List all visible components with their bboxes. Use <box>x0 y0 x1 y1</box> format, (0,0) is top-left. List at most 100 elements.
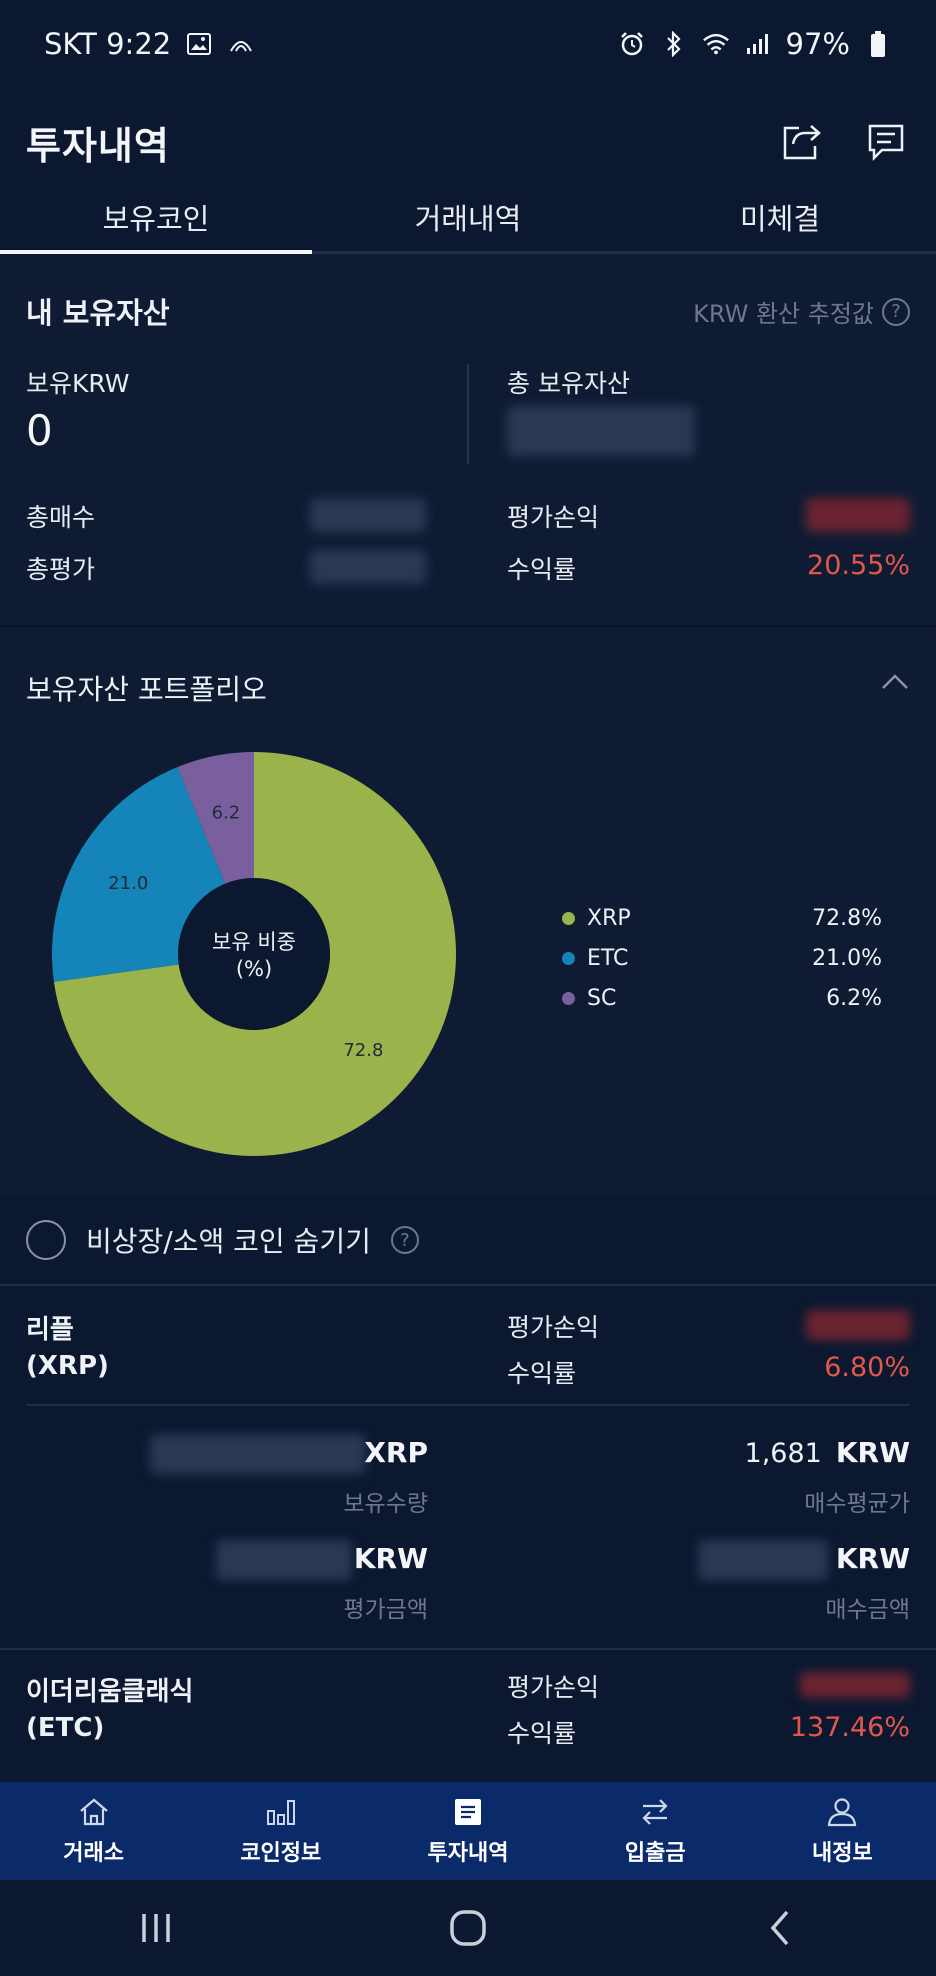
share-icon <box>783 125 821 160</box>
held-krw-label: 보유KRW <box>26 369 130 398</box>
document-icon <box>451 1795 485 1829</box>
coin-name: 리플 (XRP) <box>26 1312 109 1384</box>
legend-item-etc: ETC 21.0% <box>562 938 882 978</box>
coin-name-korean: 리플 <box>26 1315 74 1345</box>
avg-price-value: 1,681 <box>744 1438 822 1469</box>
chevron-up-icon <box>882 674 908 689</box>
home-circle-icon <box>450 1910 486 1946</box>
system-nav-bar <box>0 1880 936 1976</box>
my-assets-section: 내 보유자산 KRW 환산 추정값 ? 보유KRW 0 총 보유자산 총매수 총… <box>0 254 936 627</box>
tab-bar: 보유코인 거래내역 미체결 <box>0 196 936 254</box>
home-icon <box>77 1795 111 1829</box>
buy-amount-label: 매수금액 <box>825 1597 910 1623</box>
coin-name-korean: 이더리움클래식 <box>26 1677 194 1707</box>
back-icon <box>770 1910 789 1946</box>
page-title: 투자내역 <box>26 123 170 168</box>
nav-label: 내정보 <box>812 1841 873 1866</box>
legend-dot <box>562 991 575 1005</box>
avg-price-label: 매수평균가 <box>804 1491 910 1517</box>
home-button[interactable] <box>438 1898 498 1958</box>
donut-hole <box>178 878 330 1030</box>
hide-small-coins-label: 비상장/소액 코인 숨기기 <box>86 1225 371 1258</box>
nav-label: 입출금 <box>624 1841 686 1866</box>
return-label: 수익률 <box>507 1359 577 1388</box>
share-button[interactable] <box>778 118 826 166</box>
coin-card-xrp[interactable]: 리플 (XRP) 평가손익 수익률 6.80% XRP 보유수량 1,681 K… <box>0 1288 936 1648</box>
total-buy-value-hidden <box>310 498 426 532</box>
avg-price-unit: KRW <box>835 1436 910 1469</box>
coin-name: 이더리움클래식 (ETC) <box>26 1674 193 1746</box>
hide-small-coins-radio[interactable] <box>26 1220 66 1260</box>
eval-amount-value-hidden <box>216 1540 352 1580</box>
eval-pl-label: 평가손익 <box>507 503 600 532</box>
wifi-icon <box>702 30 730 58</box>
legend-name: XRP <box>587 905 631 931</box>
krw-estimate-note[interactable]: KRW 환산 추정값 ? <box>693 294 910 329</box>
legend-value: 72.8% <box>812 905 882 931</box>
legend-name: ETC <box>587 945 629 971</box>
status-bar: SKT 9:22 97% <box>0 0 936 88</box>
bottom-nav: 거래소 코인정보 투자내역 입출금 내정보 <box>0 1782 936 1880</box>
krw-note-label: KRW 환산 추정값 <box>693 300 874 328</box>
return-value: 6.80% <box>824 1352 910 1383</box>
nav-coin-info[interactable]: 코인정보 <box>187 1782 374 1880</box>
nav-investment-history[interactable]: 투자내역 <box>374 1782 561 1880</box>
coin-card-etc[interactable]: 이더리움클래식 (ETC) 평가손익 수익률 137.46% <box>0 1650 936 1782</box>
help-icon[interactable]: ? <box>390 1226 419 1254</box>
donut-center-label-1: 보유 비중 <box>212 930 296 954</box>
chat-icon <box>868 124 904 162</box>
hide-small-coins-row[interactable]: 비상장/소액 코인 숨기기 ? <box>0 1196 936 1286</box>
alarm-icon <box>618 30 646 58</box>
battery-percent: 97% <box>785 27 850 61</box>
held-krw-value: 0 <box>26 406 53 455</box>
legend-value: 6.2% <box>826 985 882 1011</box>
coin-symbol: (ETC) <box>26 1713 105 1743</box>
divider <box>467 364 469 464</box>
nav-label: 투자내역 <box>427 1841 509 1866</box>
bar-chart-icon <box>264 1795 298 1829</box>
quantity-unit: XRP <box>364 1436 428 1469</box>
nav-label: 코인정보 <box>240 1841 322 1866</box>
return-label: 수익률 <box>507 1719 577 1748</box>
eval-pl-label: 평가손익 <box>507 1313 600 1342</box>
total-assets-value-hidden <box>507 406 695 456</box>
total-assets-label: 총 보유자산 <box>507 369 630 398</box>
tab-unfilled[interactable]: 미체결 <box>624 196 936 251</box>
cell-signal-icon <box>744 30 772 58</box>
tab-holdings[interactable]: 보유코인 <box>0 196 312 254</box>
legend-item-sc: SC 6.2% <box>562 978 882 1018</box>
total-buy-label: 총매수 <box>26 503 96 532</box>
recent-apps-button[interactable] <box>126 1898 186 1958</box>
nav-deposit-withdraw[interactable]: 입출금 <box>562 1782 749 1880</box>
eval-pl-value-hidden <box>806 498 910 532</box>
return-label: 수익률 <box>507 555 577 584</box>
total-eval-label: 총평가 <box>26 555 96 584</box>
portfolio-legend: XRP 72.8% ETC 21.0% SC 6.2% <box>562 898 882 1018</box>
app-header: 투자내역 <box>0 88 936 196</box>
transfer-icon <box>638 1795 672 1829</box>
legend-dot <box>562 911 575 925</box>
signal-icon <box>227 30 255 58</box>
back-button[interactable] <box>750 1898 810 1958</box>
message-button[interactable] <box>862 118 910 166</box>
donut-slice-label: 6.2 <box>212 803 241 824</box>
coin-symbol: (XRP) <box>26 1351 109 1381</box>
tab-trade-history[interactable]: 거래내역 <box>312 196 624 251</box>
collapse-button[interactable] <box>880 668 910 698</box>
buy-amount-value-hidden <box>698 1540 828 1580</box>
image-icon <box>185 30 213 58</box>
total-eval-value-hidden <box>310 550 426 584</box>
divider <box>26 1404 910 1406</box>
eval-pl-value-hidden <box>806 1310 910 1340</box>
nav-exchange[interactable]: 거래소 <box>0 1782 187 1880</box>
avg-price: 1,681 KRW <box>745 1436 910 1469</box>
eval-pl-value-hidden <box>800 1672 910 1698</box>
nav-my-info[interactable]: 내정보 <box>749 1782 936 1880</box>
eval-pl-label: 평가손익 <box>507 1673 600 1702</box>
help-icon[interactable]: ? <box>882 297 910 326</box>
person-icon <box>825 1795 859 1829</box>
recent-apps-icon <box>142 1914 170 1942</box>
legend-value: 21.0% <box>812 945 882 971</box>
portfolio-title: 보유자산 포트폴리오 <box>26 673 267 706</box>
nav-label: 거래소 <box>63 1841 124 1866</box>
